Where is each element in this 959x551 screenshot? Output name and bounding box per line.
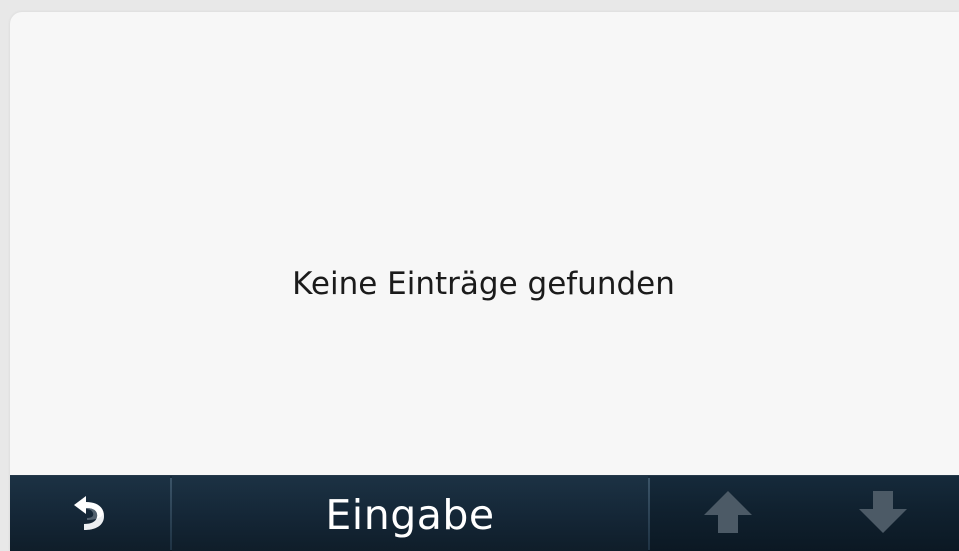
arrow-up-icon bbox=[702, 489, 754, 539]
empty-message: Keine Einträge gefunden bbox=[292, 265, 675, 302]
input-button-label: Eingabe bbox=[325, 491, 495, 539]
back-arrow-icon bbox=[70, 492, 110, 536]
device-display: Keine Einträge gefunden Eingabe bbox=[10, 12, 959, 551]
back-button[interactable] bbox=[10, 476, 170, 551]
input-button[interactable]: Eingabe bbox=[172, 476, 648, 551]
content-area: Keine Einträge gefunden bbox=[10, 12, 959, 475]
toolbar-separator bbox=[648, 478, 650, 550]
scroll-up-button[interactable] bbox=[651, 476, 805, 551]
scroll-down-button[interactable] bbox=[807, 476, 959, 551]
bottom-toolbar: Eingabe bbox=[10, 475, 959, 551]
arrow-down-icon bbox=[857, 489, 909, 539]
screen: Keine Einträge gefunden Eingabe bbox=[0, 0, 959, 551]
